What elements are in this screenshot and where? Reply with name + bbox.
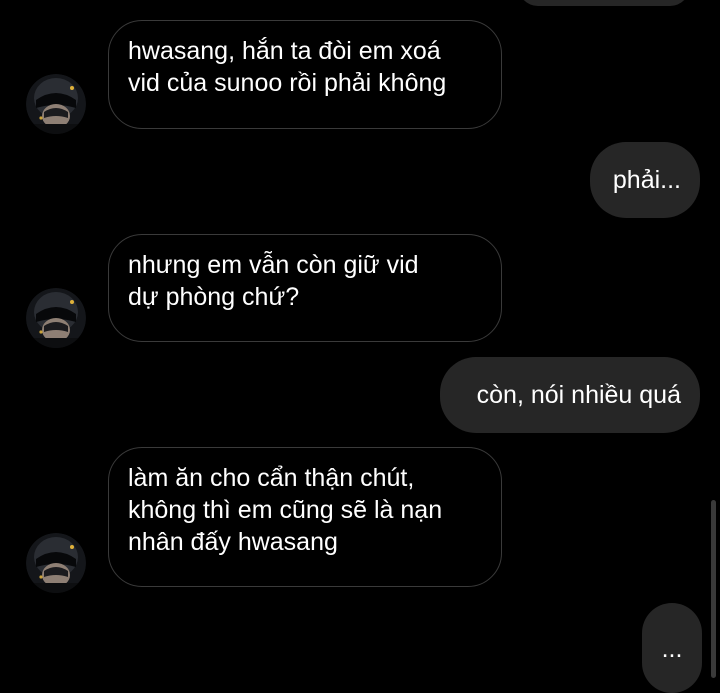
- clipped-previous-message[interactable]: [518, 0, 690, 6]
- incoming-message-bubble[interactable]: nhưng em vẫn còn giữ vid dự phòng chứ?: [108, 234, 502, 342]
- incoming-message-bubble[interactable]: làm ăn cho cẩn thận chút, không thì em c…: [108, 447, 502, 587]
- outgoing-message-bubble[interactable]: còn, nói nhiều quá: [440, 357, 700, 433]
- avatar[interactable]: [26, 533, 86, 593]
- typing-indicator-bubble[interactable]: ...: [642, 603, 702, 693]
- outgoing-message-bubble[interactable]: phải...: [590, 142, 700, 218]
- helmet-avatar-icon: [26, 533, 86, 593]
- helmet-avatar-icon: [26, 74, 86, 134]
- avatar[interactable]: [26, 74, 86, 134]
- avatar[interactable]: [26, 288, 86, 348]
- helmet-avatar-icon: [26, 288, 86, 348]
- chat-thread: hwasang, hắn ta đòi em xoá vid của sunoo…: [0, 0, 720, 693]
- incoming-message-bubble[interactable]: hwasang, hắn ta đòi em xoá vid của sunoo…: [108, 20, 502, 129]
- scrollbar[interactable]: [711, 500, 716, 678]
